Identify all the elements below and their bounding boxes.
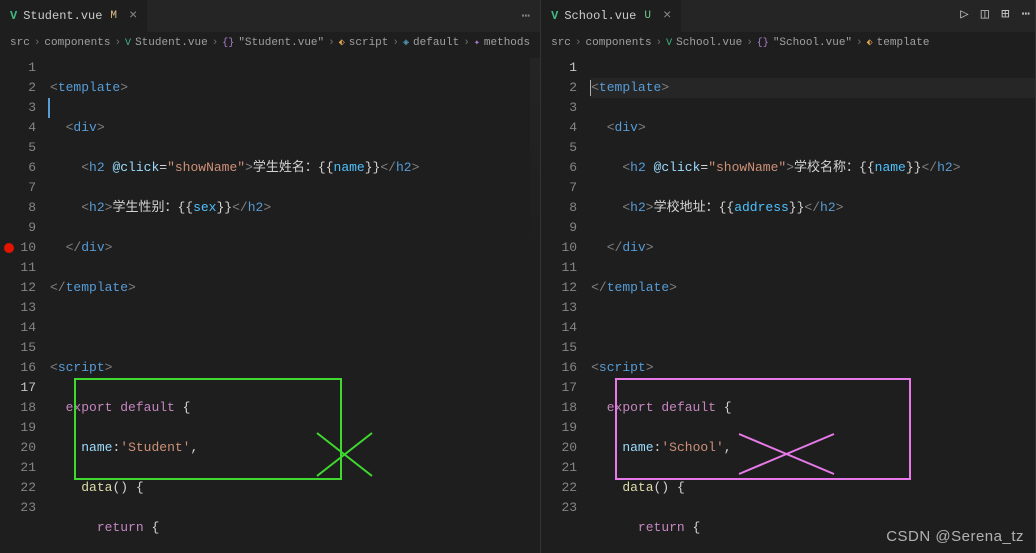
tag-icon: ⬖	[867, 37, 873, 49]
line-gutter: 1234567891011121314151617181920212223	[0, 58, 50, 553]
crumb[interactable]: src	[10, 37, 30, 49]
crumb[interactable]: "Student.vue"	[238, 37, 324, 49]
minimap[interactable]	[530, 58, 540, 553]
crumb[interactable]: template	[877, 37, 930, 49]
tab-student[interactable]: V Student.vue M ×	[0, 0, 148, 32]
vue-icon: V	[551, 9, 558, 23]
crumb[interactable]: components	[44, 37, 110, 49]
breakpoint-icon[interactable]	[4, 243, 14, 253]
code-area-right[interactable]: <template> <div> <h2 @click="showName">学…	[591, 58, 1035, 553]
code-editor-right[interactable]: + 1234567891011121314151617181920212223 …	[541, 54, 1035, 553]
code-editor-left[interactable]: 1234567891011121314151617181920212223 <t…	[0, 54, 540, 553]
vue-icon: V	[666, 38, 672, 49]
braces-icon: {}	[757, 38, 769, 49]
modified-indicator: M	[110, 10, 117, 22]
more-icon[interactable]: ⋯	[522, 8, 530, 25]
tab-label: Student.vue	[23, 9, 102, 23]
close-icon[interactable]: ×	[129, 9, 137, 23]
crumb[interactable]: "School.vue"	[773, 37, 852, 49]
breadcrumbs-right[interactable]: src › components › V School.vue › {} "Sc…	[541, 32, 1035, 54]
tab-bar-left: V Student.vue M × ⋯	[0, 0, 540, 32]
vue-icon: V	[125, 38, 131, 49]
crumb[interactable]: components	[586, 37, 652, 49]
code-area-left[interactable]: <template> <div> <h2 @click="showName">学…	[50, 58, 540, 553]
tag-icon: ⬖	[339, 37, 345, 49]
editor-group-actions: ▷ ◫ ⊞ ⋯	[960, 6, 1030, 23]
method-icon: ✦	[474, 37, 480, 49]
close-icon[interactable]: ×	[663, 9, 671, 23]
annotation-box-left	[74, 378, 342, 480]
editor-pane-left: V Student.vue M × ⋯ src › components › V…	[0, 0, 541, 553]
untracked-indicator: U	[644, 10, 651, 22]
breadcrumbs-left[interactable]: src › components › V Student.vue › {} "S…	[0, 32, 540, 54]
layout-icon[interactable]: ⊞	[1001, 6, 1009, 23]
crumb[interactable]: script	[349, 37, 389, 49]
tab-actions-left: ⋯	[522, 8, 540, 25]
editor-pane-right: V School.vue U × src › components › V Sc…	[541, 0, 1036, 553]
cube-icon: ◈	[403, 37, 409, 49]
watermark: CSDN @Serena_tz	[886, 528, 1024, 545]
braces-icon: {}	[222, 38, 234, 49]
run-icon[interactable]: ▷	[960, 6, 968, 23]
vue-icon: V	[10, 9, 17, 23]
annotation-box-right	[615, 378, 911, 480]
tab-school[interactable]: V School.vue U ×	[541, 0, 682, 32]
crumb[interactable]: src	[551, 37, 571, 49]
line-gutter: 1234567891011121314151617181920212223	[541, 58, 591, 553]
tab-label: School.vue	[564, 9, 636, 23]
crumb[interactable]: School.vue	[676, 37, 742, 49]
more-icon[interactable]: ⋯	[1022, 6, 1030, 23]
crumb[interactable]: Student.vue	[135, 37, 208, 49]
split-icon[interactable]: ◫	[981, 6, 989, 23]
crumb[interactable]: methods	[484, 37, 530, 49]
crumb[interactable]: default	[413, 37, 459, 49]
